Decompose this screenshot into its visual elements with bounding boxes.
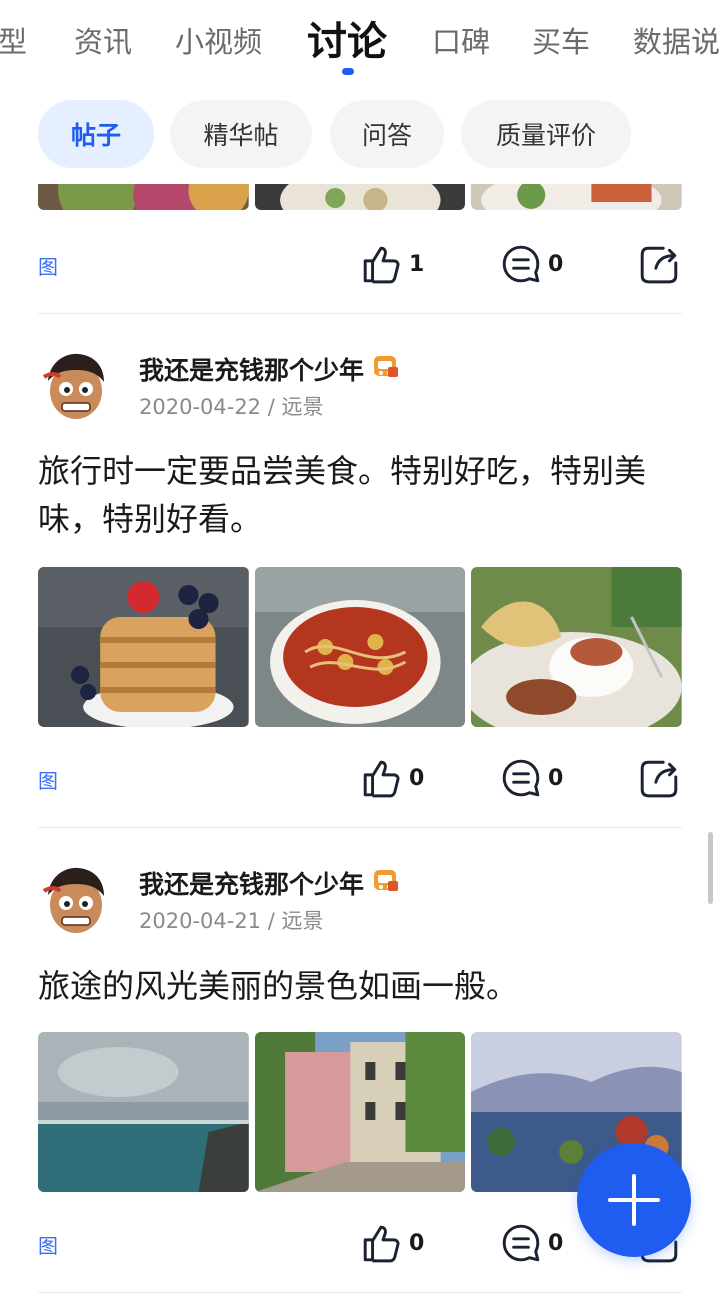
vip-badge-icon: [374, 870, 398, 891]
comment-count: 0: [548, 1230, 564, 1256]
post-image[interactable]: [254, 1032, 466, 1192]
post-image[interactable]: [38, 1032, 249, 1192]
comment-icon: [502, 1224, 540, 1262]
thumbs-up-icon: [363, 760, 400, 798]
post-image[interactable]: [38, 567, 249, 727]
post-divider: [38, 313, 682, 314]
comment-button[interactable]: 0: [500, 1218, 563, 1268]
chip-quality-review[interactable]: 质量评价: [461, 100, 631, 168]
post-location: 远景: [281, 395, 324, 419]
thumbs-up-icon: [363, 246, 400, 284]
author-name[interactable]: 我还是充钱那个少年: [139, 865, 364, 901]
post-meta: 2020-04-22 / 远景: [139, 391, 324, 421]
like-button[interactable]: 1: [361, 239, 424, 289]
post-divider: [38, 1292, 682, 1293]
post-author[interactable]: 我还是充钱那个少年 2020-04-22 / 远景: [38, 347, 678, 427]
avatar[interactable]: [38, 861, 114, 937]
post-image[interactable]: [471, 567, 683, 727]
post-date: 2020-04-22: [139, 395, 262, 419]
active-tab-indicator: [342, 68, 354, 75]
avatar[interactable]: [38, 347, 114, 423]
tab-news[interactable]: 资讯: [74, 22, 132, 62]
comment-button[interactable]: 0: [500, 753, 563, 803]
chip-qa[interactable]: 问答: [330, 100, 444, 168]
chip-featured[interactable]: 精华帖: [170, 100, 312, 168]
comment-icon: [502, 245, 540, 283]
thumbs-up-icon: [363, 1225, 400, 1263]
tab-reputation[interactable]: 口碑: [432, 22, 490, 62]
vip-badge-icon: [374, 356, 398, 377]
post-text[interactable]: 旅途的风光美丽的景色如画一般。: [38, 962, 688, 1010]
post-author[interactable]: 我还是充钱那个少年 2020-04-21 / 远景: [38, 861, 678, 941]
add-post-button[interactable]: [577, 1143, 691, 1257]
top-tab-bar: 型 资讯 小视频 讨论 口碑 买车 数据说: [0, 0, 720, 86]
plus-icon: [608, 1174, 660, 1226]
post-image[interactable]: [38, 184, 249, 210]
meta-separator: /: [267, 909, 275, 933]
post-location: 远景: [281, 909, 324, 933]
post-image[interactable]: [254, 567, 466, 727]
comment-button[interactable]: 0: [500, 239, 563, 289]
post-meta: 2020-04-21 / 远景: [139, 905, 324, 935]
tab-short-video[interactable]: 小视频: [175, 22, 262, 62]
chip-posts[interactable]: 帖子: [38, 100, 154, 168]
like-button[interactable]: 0: [361, 1218, 424, 1268]
post-feed: 图 1 0 我还是充钱那个少年 2020-04-22 / 远景 旅行时一定要品尝…: [0, 184, 720, 1298]
author-name[interactable]: 我还是充钱那个少年: [139, 351, 364, 387]
post-actions: 图 0 0: [38, 753, 682, 803]
post-actions: 图 1 0: [38, 239, 682, 289]
sub-tab-bar: 帖子 精华帖 问答 质量评价: [0, 100, 720, 170]
post-divider: [38, 827, 682, 828]
post-date: 2020-04-21: [139, 909, 262, 933]
share-icon: [640, 760, 678, 798]
share-button[interactable]: [638, 753, 680, 803]
image-tag: 图: [38, 255, 58, 279]
comment-icon: [502, 759, 540, 797]
post-text[interactable]: 旅行时一定要品尝美食。特别好吃，特别美味，特别好看。: [38, 447, 688, 543]
like-count: 0: [409, 1230, 425, 1256]
image-tag: 图: [38, 1234, 58, 1258]
share-icon: [640, 246, 678, 284]
comment-count: 0: [548, 251, 564, 277]
post-image[interactable]: [471, 184, 683, 210]
post-images: [38, 567, 683, 727]
scrollbar[interactable]: [708, 832, 713, 904]
share-button[interactable]: [638, 239, 680, 289]
tab-buy-car[interactable]: 买车: [532, 22, 590, 62]
tab-discussion[interactable]: 讨论: [307, 16, 387, 68]
like-count: 0: [409, 765, 425, 791]
tab-data[interactable]: 数据说: [633, 22, 720, 62]
tab-models[interactable]: 型: [0, 22, 27, 62]
comment-count: 0: [548, 765, 564, 791]
like-count: 1: [409, 251, 425, 277]
meta-separator: /: [267, 395, 275, 419]
like-button[interactable]: 0: [361, 753, 424, 803]
image-tag: 图: [38, 769, 58, 793]
post-images: [38, 184, 683, 210]
post-image[interactable]: [254, 184, 466, 210]
